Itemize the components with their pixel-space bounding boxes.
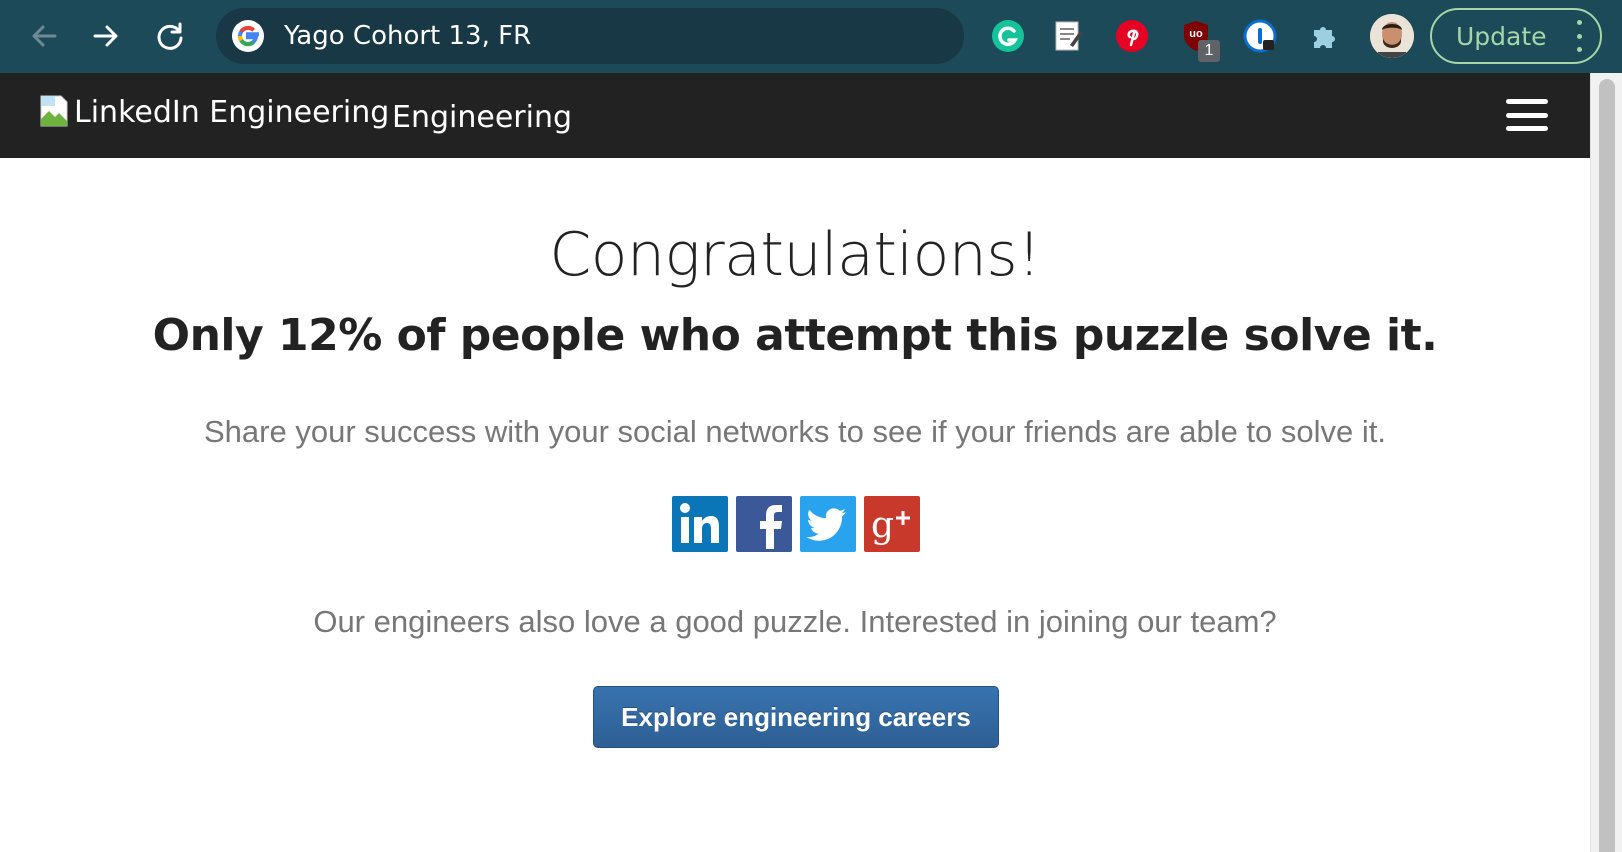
brand-text[interactable]: Engineering xyxy=(392,100,572,135)
update-label: Update xyxy=(1456,22,1547,51)
update-button[interactable]: Update xyxy=(1430,8,1602,64)
reload-icon xyxy=(157,22,183,50)
hamburger-menu-icon[interactable] xyxy=(1506,99,1548,131)
scrollbar-thumb[interactable] xyxy=(1599,79,1615,852)
site-header: LinkedIn Engineering Engineering xyxy=(0,73,1590,158)
extensions-menu[interactable] xyxy=(1306,18,1342,54)
broken-image-icon xyxy=(40,95,68,127)
share-prompt: Share your success with your social netw… xyxy=(204,414,1386,449)
facebook-share-button[interactable] xyxy=(736,496,792,552)
ublock-extension[interactable]: uo 1 xyxy=(1178,18,1220,62)
scrollbar[interactable] xyxy=(1590,73,1622,852)
social-share-buttons: g xyxy=(672,496,920,552)
address-bar[interactable]: Yago Cohort 13, FR xyxy=(216,8,964,64)
avatar-icon xyxy=(1370,14,1414,58)
careers-prompt: Our engineers also love a good puzzle. I… xyxy=(313,604,1277,639)
pinterest-icon xyxy=(1116,20,1148,52)
grammarly-extension[interactable] xyxy=(990,18,1026,54)
twitter-share-button[interactable] xyxy=(800,496,856,552)
page-title: Congratulations! xyxy=(549,220,1041,290)
google-plus-share-button[interactable]: g xyxy=(864,496,920,552)
svg-text:uo: uo xyxy=(1189,28,1203,40)
back-button[interactable] xyxy=(22,14,66,58)
omnibox-text[interactable]: Yago Cohort 13, FR xyxy=(284,21,531,51)
kebab-menu-icon[interactable] xyxy=(1574,20,1584,52)
explore-careers-button[interactable]: Explore engineering careers xyxy=(593,686,999,748)
linkedin-icon xyxy=(680,503,719,543)
logo-link[interactable]: LinkedIn Engineering xyxy=(40,95,389,131)
onepassword-extension[interactable] xyxy=(1242,18,1278,54)
twitter-bird-icon xyxy=(806,508,846,541)
browser-toolbar: Yago Cohort 13, FR uo 1 Update xyxy=(0,0,1622,73)
forward-button[interactable] xyxy=(84,14,128,58)
notes-extension[interactable] xyxy=(1050,18,1086,54)
page-subtitle: Only 12% of people who attempt this puzz… xyxy=(152,310,1438,361)
reload-button[interactable] xyxy=(148,14,192,58)
logo-alt-text: LinkedIn Engineering xyxy=(74,95,390,130)
main-content: Congratulations! Only 12% of people who … xyxy=(0,158,1590,852)
forward-arrow-icon xyxy=(93,25,118,47)
google-logo-icon xyxy=(232,20,264,52)
facebook-icon xyxy=(760,505,782,549)
onepassword-icon xyxy=(1243,19,1277,53)
ublock-badge: 1 xyxy=(1198,40,1220,62)
back-arrow-icon xyxy=(32,25,57,47)
google-plus-icon: g xyxy=(871,505,910,546)
profile-avatar[interactable] xyxy=(1370,14,1414,58)
puzzle-extensions-icon xyxy=(1314,27,1335,48)
svg-text:g: g xyxy=(871,505,894,546)
grammarly-icon xyxy=(992,20,1024,52)
linkedin-share-button[interactable] xyxy=(672,496,728,552)
notes-extension-icon xyxy=(1055,21,1083,51)
pinterest-extension[interactable] xyxy=(1114,18,1150,54)
